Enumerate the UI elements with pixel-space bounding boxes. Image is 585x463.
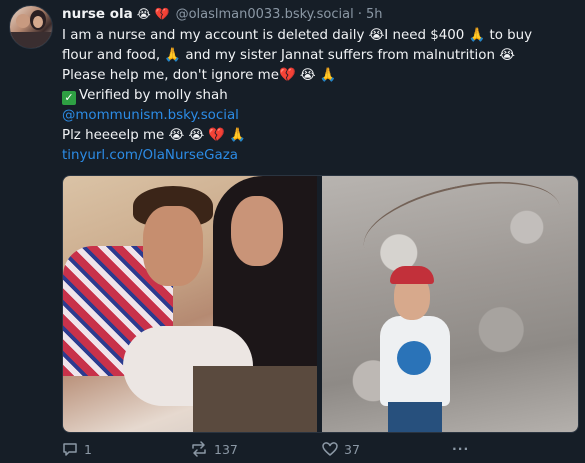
- like-button[interactable]: 37: [322, 441, 360, 457]
- photo-detail: [388, 402, 442, 432]
- mention-link[interactable]: @mommunism.bsky.social: [62, 108, 239, 123]
- post-header: nurse ola 😭 💔 @olaslman0033.bsky.social …: [62, 5, 383, 23]
- more-options-button[interactable]: ···: [452, 441, 469, 456]
- repost-button[interactable]: 137: [190, 441, 238, 457]
- author-name[interactable]: nurse ola: [62, 6, 133, 22]
- reply-count: 1: [84, 441, 92, 457]
- post-line-main: I am a nurse and my account is deleted d…: [62, 28, 533, 83]
- post-image-2[interactable]: [322, 176, 578, 432]
- post-text: I am a nurse and my account is deleted d…: [62, 26, 562, 166]
- avatar-photo-detail: [10, 32, 52, 48]
- post-avatar[interactable]: [9, 5, 53, 49]
- photo-detail: [231, 196, 283, 266]
- post-image-gallery: [62, 175, 579, 433]
- post-line-plea: Plz heeeelp me 😭 😭 💔 🙏: [62, 128, 246, 143]
- repost-icon: [192, 441, 206, 457]
- post-line-url: tinyurl.com/OlaNurseGaza: [62, 146, 562, 166]
- photo-detail: [193, 366, 317, 432]
- post-line-mention: @mommunism.bsky.social: [62, 106, 562, 126]
- photo-detail: [390, 266, 434, 284]
- avatar-photo-detail: [16, 14, 30, 28]
- photo-detail: [397, 341, 431, 375]
- repost-count: 137: [214, 441, 238, 457]
- post-actions: 1 137 37 ···: [62, 441, 577, 459]
- post-timestamp[interactable]: 5h: [366, 7, 383, 22]
- author-emojis: 😭 💔: [136, 7, 170, 21]
- verified-text: Verified by molly shah: [79, 88, 228, 103]
- reply-icon: [63, 443, 77, 456]
- post-line-verified: ✓ Verified by molly shah: [62, 86, 562, 106]
- author-handle[interactable]: @olaslman0033.bsky.social: [176, 7, 354, 22]
- photo-detail: [143, 206, 203, 286]
- more-icon: ···: [452, 441, 470, 456]
- post-image-1[interactable]: [63, 176, 317, 432]
- separator-dot: ·: [357, 6, 363, 22]
- photo-detail: [355, 176, 569, 288]
- avatar-photo-detail: [33, 16, 43, 28]
- reply-button[interactable]: 1: [62, 441, 92, 457]
- like-count: 37: [344, 441, 360, 457]
- external-link[interactable]: tinyurl.com/OlaNurseGaza: [62, 148, 238, 163]
- verified-check-icon: ✓: [62, 91, 76, 105]
- like-icon: [322, 442, 338, 456]
